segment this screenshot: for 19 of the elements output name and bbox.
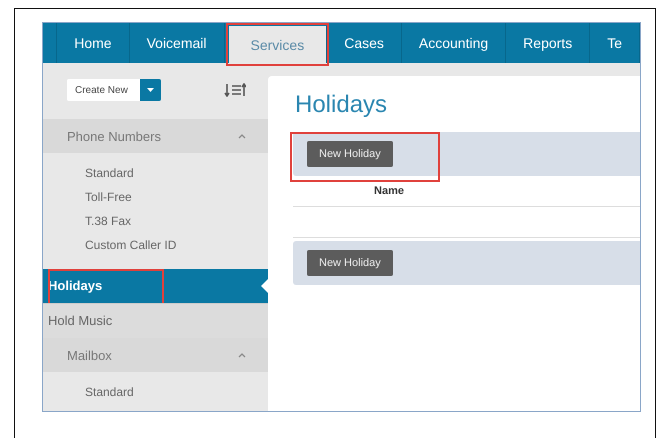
page-title: Holidays: [294, 90, 388, 120]
sidebar-link[interactable]: Standard: [85, 380, 268, 404]
caret-icon: [146, 88, 154, 92]
sidebar-link[interactable]: T.38 Fax: [85, 209, 268, 233]
new-holiday-button[interactable]: New Holiday: [307, 141, 393, 167]
sidebar-link[interactable]: Standard: [85, 161, 268, 185]
sidebar-item[interactable]: Holidays: [43, 269, 268, 303]
section-label: Mailbox: [67, 348, 112, 362]
section-header[interactable]: Phone Numbers: [43, 119, 268, 153]
section-header[interactable]: Mailbox: [43, 338, 268, 372]
column-header: Name: [373, 185, 405, 197]
create-new-dropdown[interactable]: Create New: [67, 79, 161, 101]
sidebar-item[interactable]: Hold Music: [43, 303, 268, 338]
nav-tab[interactable]: Services: [228, 26, 328, 63]
sidebar-link[interactable]: Custom Caller ID: [85, 233, 268, 257]
sidebar-link[interactable]: Toll-Free: [85, 185, 268, 209]
new-holiday-button[interactable]: New Holiday: [307, 250, 393, 276]
sort-icon[interactable]: [224, 83, 246, 97]
section-label: Phone Numbers: [67, 128, 161, 144]
